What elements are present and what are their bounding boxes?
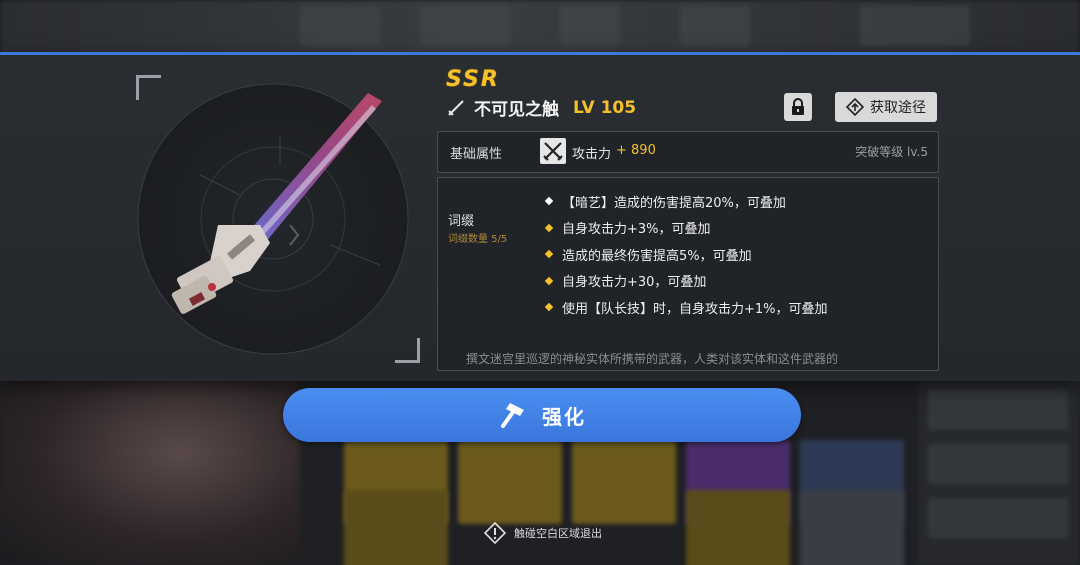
- weapon-level: LV 105: [573, 97, 637, 118]
- background-top-strip: [0, 0, 1080, 56]
- diamond-bullet-icon: [544, 223, 554, 232]
- sword-icon: [448, 99, 464, 116]
- weapon-preview: [130, 75, 420, 363]
- weapon-detail-panel: SSR 不可见之触 LV 105 获取途径 基础属性 攻击力 + 890 突破等…: [0, 52, 1080, 381]
- breakthrough-level: 突破等级 lv.5: [855, 145, 928, 159]
- background-tile: [458, 440, 562, 524]
- diamond-bullet-icon: [544, 276, 554, 285]
- background-tile: [800, 490, 904, 565]
- enhance-button[interactable]: 强化: [283, 388, 801, 442]
- enhance-label: 强化: [542, 404, 586, 429]
- base-stats-label: 基础属性: [450, 147, 503, 162]
- affix-item: 【暗艺】造成的伤害提高20%，可叠加: [544, 188, 828, 215]
- affix-box: 词缀 词缀数量 5/5 【暗艺】造成的伤害提高20%，可叠加 自身攻击力+3%，…: [437, 177, 939, 371]
- background-character: [0, 378, 300, 565]
- base-stats-box: 基础属性 攻击力 + 890 突破等级 lv.5: [437, 131, 939, 173]
- background-tile: [344, 490, 448, 565]
- warning-icon: [484, 522, 506, 544]
- affix-text: 造成的最终伤害提高5%，可叠加: [562, 248, 752, 264]
- affix-title: 词缀: [448, 214, 475, 229]
- diamond-bullet-icon: [544, 250, 554, 259]
- affix-count: 词缀数量 5/5: [448, 234, 508, 245]
- acquisition-source-label: 获取途径: [870, 100, 926, 116]
- lock-button[interactable]: [784, 93, 812, 121]
- affix-text: 使用【队长技】时，自身攻击力+1%，可叠加: [562, 301, 828, 317]
- diamond-arrow-icon: [846, 98, 864, 116]
- weapon-lore-text[interactable]: 撰文迷宫里巡逻的神秘实体所携带的武器，人类对该实体和这件武器的: [466, 350, 838, 367]
- lock-icon: [792, 98, 804, 115]
- affix-item: 自身攻击力+3%，可叠加: [544, 215, 828, 242]
- affix-text: 自身攻击力+3%，可叠加: [562, 222, 711, 238]
- exit-hint-text: 触碰空白区域退出: [514, 527, 602, 540]
- rarity-badge: SSR: [446, 67, 500, 92]
- exit-hint[interactable]: 触碰空白区域退出: [484, 522, 602, 544]
- diamond-bullet-icon: [544, 197, 554, 206]
- crossed-swords-icon: [540, 138, 566, 164]
- affix-text: 【暗艺】造成的伤害提高20%，可叠加: [562, 195, 786, 211]
- background-tile: [572, 440, 676, 524]
- affix-list: 【暗艺】造成的伤害提高20%，可叠加 自身攻击力+3%，可叠加 造成的最终伤害提…: [544, 188, 828, 321]
- weapon-title-row: 不可见之触 LV 105: [446, 95, 636, 120]
- diamond-bullet-icon: [544, 303, 554, 312]
- weapon-image: [137, 83, 409, 355]
- background-side-panel: [918, 378, 1080, 565]
- weapon-name: 不可见之触: [474, 100, 559, 120]
- acquisition-source-button[interactable]: 获取途径: [835, 92, 937, 122]
- affix-item: 造成的最终伤害提高5%，可叠加: [544, 241, 828, 268]
- background-tile: [686, 490, 790, 565]
- affix-item: 使用【队长技】时，自身攻击力+1%，可叠加: [544, 294, 828, 321]
- affix-text: 自身攻击力+30，可叠加: [562, 275, 707, 291]
- hammer-icon: [501, 403, 524, 428]
- attack-label: 攻击力: [572, 147, 612, 162]
- affix-item: 自身攻击力+30，可叠加: [544, 268, 828, 295]
- attack-value: + 890: [616, 143, 656, 158]
